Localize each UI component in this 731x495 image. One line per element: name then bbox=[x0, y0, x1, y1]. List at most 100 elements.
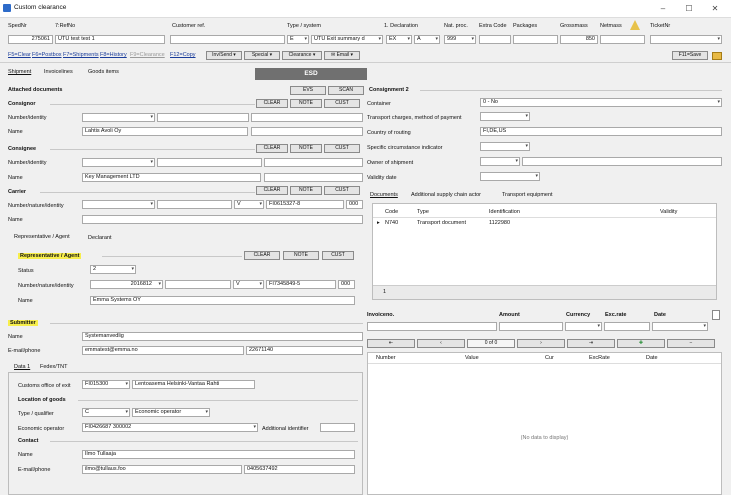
email-menu[interactable]: ✉ Email ▾ bbox=[324, 51, 360, 60]
consignee-cust-button[interactable]: CUST bbox=[324, 144, 360, 153]
representative-number-select[interactable]: 2016812 ▾ bbox=[90, 280, 163, 289]
country-routing-field[interactable]: FI,DE,US bbox=[480, 127, 722, 136]
declaration-select[interactable]: EX ▾ bbox=[386, 35, 412, 44]
representative-identity-field[interactable]: FI7345849-5 bbox=[266, 280, 336, 289]
type-select[interactable]: E ▾ bbox=[287, 35, 309, 44]
tab-invoicelines[interactable]: Invoicelines bbox=[44, 68, 73, 76]
consignor-number-field[interactable] bbox=[157, 113, 249, 122]
contact-name-field[interactable]: Ilmo Tullaaja bbox=[82, 450, 355, 459]
date-field[interactable]: ▾ bbox=[652, 322, 708, 331]
container-select[interactable]: 0 - No ▾ bbox=[480, 98, 722, 107]
table-row[interactable]: ▸ N740 Transport document 1122980 bbox=[373, 220, 716, 229]
tab-declarant[interactable]: Declarant bbox=[88, 234, 112, 242]
customer-ref-field[interactable] bbox=[170, 35, 285, 44]
ticketnr-field[interactable]: ▾ bbox=[650, 35, 722, 44]
representative-name-field[interactable]: Emma Systems OY bbox=[90, 296, 355, 305]
special-menu[interactable]: Special ▾ bbox=[244, 51, 280, 60]
location-type-select[interactable]: C ▾ bbox=[82, 408, 130, 417]
prev-button[interactable]: ‹ bbox=[417, 339, 465, 348]
tab-data1[interactable]: Data 1 bbox=[14, 363, 30, 371]
tab-transport-equipment[interactable]: Transport equipment bbox=[502, 191, 553, 199]
tab-representative[interactable]: Representative / Agent bbox=[14, 233, 70, 241]
location-qualifier-select[interactable]: Economic operator ▾ bbox=[132, 408, 210, 417]
copy-link[interactable]: F12=Copy bbox=[170, 52, 196, 58]
consignee-number-select[interactable]: ▾ bbox=[82, 158, 155, 167]
representative-clear-button[interactable]: CLEAR bbox=[244, 251, 280, 260]
system-select[interactable]: UTU Exit summary d ▾ bbox=[311, 35, 383, 44]
owner-shipment-select[interactable]: ▾ bbox=[480, 157, 520, 166]
contact-email-field[interactable]: ilmo@tullaus.foo bbox=[82, 465, 242, 474]
grossmass-field[interactable]: 850 bbox=[560, 35, 598, 44]
invoice-no-field[interactable] bbox=[367, 322, 497, 331]
clearance-menu[interactable]: Clearance ▾ bbox=[282, 51, 322, 60]
tab-documents[interactable]: Documents bbox=[370, 191, 398, 199]
clearance-link[interactable]: F9=Clearance bbox=[130, 52, 165, 58]
warning-icon[interactable] bbox=[630, 20, 640, 30]
currency-select[interactable]: ▾ bbox=[565, 322, 602, 331]
document-icon[interactable] bbox=[712, 310, 720, 320]
scan-button[interactable]: SCAN bbox=[328, 86, 364, 95]
additional-identifier-field[interactable] bbox=[320, 423, 355, 432]
add-icon[interactable]: ✚ bbox=[617, 339, 665, 348]
status-select[interactable]: 2 ▾ bbox=[90, 265, 136, 274]
consignee-clear-button[interactable]: CLEAR bbox=[256, 144, 288, 153]
evs-button[interactable]: EVS bbox=[290, 86, 326, 95]
carrier-clear-button[interactable]: CLEAR bbox=[256, 186, 288, 195]
carrier-flag-select[interactable]: V ▾ bbox=[234, 200, 264, 209]
remove-icon[interactable]: − bbox=[667, 339, 715, 348]
nat-proc-select[interactable]: 999 ▾ bbox=[444, 35, 476, 44]
folder-icon[interactable] bbox=[712, 52, 722, 60]
consignee-note-button[interactable]: NOTE bbox=[290, 144, 322, 153]
contact-phone-field[interactable]: 0405637492 bbox=[244, 465, 355, 474]
representative-flag-select[interactable]: V ▾ bbox=[233, 280, 264, 289]
consignor-note-button[interactable]: NOTE bbox=[290, 99, 322, 108]
representative-suffix-field[interactable]: 000 bbox=[338, 280, 355, 289]
spedno-field[interactable]: 275061 bbox=[8, 35, 53, 44]
consignor-extra-field[interactable] bbox=[251, 113, 363, 122]
transport-charges-select[interactable]: ▾ bbox=[480, 112, 530, 121]
clear-link[interactable]: F5=Clear bbox=[8, 52, 31, 58]
tab-supply-chain-actor[interactable]: Additional supply chain actor bbox=[411, 191, 481, 199]
consignor-name-field[interactable]: Lahtis Avoli Oy bbox=[82, 127, 248, 136]
save-button[interactable]: F11=Save bbox=[672, 51, 708, 60]
consignee-number-field[interactable] bbox=[157, 158, 262, 167]
postbox-link[interactable]: F6=Postbox bbox=[32, 52, 62, 58]
carrier-cust-button[interactable]: CUST bbox=[324, 186, 360, 195]
consignor-name2-field[interactable] bbox=[251, 127, 363, 136]
specific-circumstance-select[interactable]: ▾ bbox=[480, 142, 530, 151]
history-link[interactable]: F8=History bbox=[100, 52, 127, 58]
declaration2-select[interactable]: A ▾ bbox=[414, 35, 440, 44]
exc-rate-field[interactable] bbox=[604, 322, 650, 331]
customs-office-name-field[interactable]: Lentoasema Helsinki-Vantaa Rahti bbox=[132, 380, 255, 389]
owner-shipment-field[interactable] bbox=[522, 157, 722, 166]
tab-shipment[interactable]: Shipment bbox=[8, 68, 31, 76]
next-button[interactable]: › bbox=[517, 339, 565, 348]
last-button[interactable]: ⇥ bbox=[567, 339, 615, 348]
validity-date-field[interactable]: ▾ bbox=[480, 172, 540, 181]
carrier-nature-field[interactable] bbox=[157, 200, 232, 209]
tab-goods-items[interactable]: Goods items bbox=[88, 68, 119, 76]
carrier-number-select[interactable]: ▾ bbox=[82, 200, 155, 209]
representative-nature-field[interactable] bbox=[165, 280, 231, 289]
close-button[interactable]: ✕ bbox=[704, 2, 726, 15]
shipments-link[interactable]: F7=Shipments bbox=[63, 52, 99, 58]
customs-office-select[interactable]: FI015300 ▾ bbox=[82, 380, 130, 389]
consignor-number-select[interactable]: ▾ bbox=[82, 113, 155, 122]
packages-field[interactable] bbox=[513, 35, 558, 44]
submitter-name-field[interactable]: Systemanvedlig bbox=[82, 332, 363, 341]
representative-note-button[interactable]: NOTE bbox=[283, 251, 319, 260]
submitter-email-field[interactable]: emmatest@emma.no bbox=[82, 346, 244, 355]
first-button[interactable]: ⇤ bbox=[367, 339, 415, 348]
maximize-button[interactable]: ☐ bbox=[678, 2, 700, 15]
carrier-name-field[interactable] bbox=[82, 215, 363, 224]
consignee-extra-field[interactable] bbox=[264, 158, 363, 167]
carrier-identity-field[interactable]: FI0615327-8 bbox=[266, 200, 344, 209]
representative-cust-button[interactable]: CUST bbox=[322, 251, 354, 260]
minimize-button[interactable]: – bbox=[652, 2, 674, 15]
amount-field[interactable] bbox=[499, 322, 563, 331]
tab-fedex-tnt[interactable]: Fedex/TNT bbox=[40, 363, 68, 371]
inv-send-menu[interactable]: Inv/Send ▾ bbox=[206, 51, 242, 60]
submitter-phone-field[interactable]: 22671140 bbox=[246, 346, 363, 355]
economic-operator-select[interactable]: FI0426687 300002 ▾ bbox=[82, 423, 258, 432]
carrier-note-button[interactable]: NOTE bbox=[290, 186, 322, 195]
